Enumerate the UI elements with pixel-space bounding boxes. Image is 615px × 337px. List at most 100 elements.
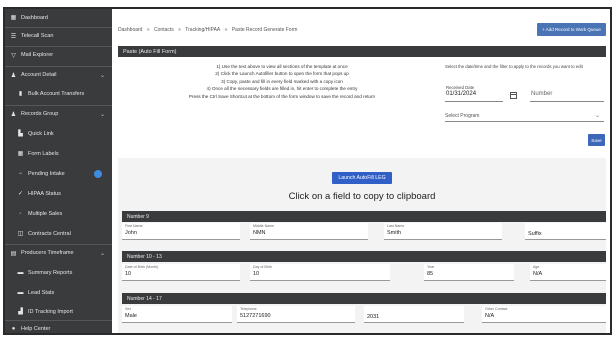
sidebar-item-label: Dashboard	[21, 14, 48, 21]
field-value: Suffix	[528, 231, 542, 237]
filter-instructions: Select the date/time and the filter to a…	[445, 64, 583, 69]
group-title: Number 9	[127, 213, 149, 220]
group-header: Number 9	[122, 211, 606, 222]
stats-icon: ▬	[17, 289, 24, 296]
breadcrumb-separator: »	[146, 27, 150, 33]
sidebar-item-dashboard[interactable]: ▦ Dashboard	[5, 9, 112, 26]
sidebar-item-label: Telecall Scan	[21, 33, 54, 39]
sex-field[interactable]: Sex Male	[122, 306, 232, 323]
sidebar-item-label: Help Center	[21, 326, 51, 332]
sidebar-item-bulk-transfers[interactable]: ▮ Bulk Account Transfers	[5, 85, 112, 102]
field-value: 10	[253, 271, 260, 277]
sidebar-item-label: Pending Intake	[28, 170, 65, 177]
age-field[interactable]: Age N/A	[530, 264, 606, 281]
check-icon: ✓	[17, 191, 24, 197]
sidebar-item-help-center[interactable]: ● Help Center	[5, 320, 112, 333]
sidebar-item-lead-stats[interactable]: ▬ Lead Stats	[5, 284, 112, 301]
field-label: Age	[533, 265, 540, 269]
birth-day-field[interactable]: Day of Birth 10	[250, 264, 390, 281]
report-icon: ▬	[17, 269, 24, 276]
sidebar-item-label: Multiple Sales	[28, 210, 63, 217]
sidebar-item-label: ID Tracking Import	[28, 308, 73, 315]
received-date-field[interactable]: Received Date 01/31/2024	[445, 85, 503, 102]
sidebar-item-pending-intake[interactable]: − Pending Intake	[5, 165, 112, 182]
field-label: Telephone	[240, 307, 257, 311]
instructions: 1) Use the text above to view all sectio…	[137, 63, 427, 100]
field-value: Male	[125, 313, 137, 319]
select-value: Select Program	[445, 112, 480, 119]
middle-name-field[interactable]: Middle Name NMN	[250, 223, 368, 240]
sidebar-item-producers-timeframe[interactable]: ▤ Producers Timeframe ⌄	[5, 244, 112, 261]
sidebar-item-records-group[interactable]: ♟ Records Group ⌄	[5, 105, 112, 122]
suffix-field[interactable]: Suffix	[525, 223, 606, 240]
extension-field[interactable]: 2031	[364, 306, 464, 323]
field-label: Last Name	[387, 224, 405, 228]
sidebar-item-label: Quick Link	[28, 130, 54, 137]
instruction-line: 1) Use the text above to view all sectio…	[216, 64, 348, 69]
chevron-down-icon[interactable]: ⌄	[100, 72, 105, 79]
breadcrumb-separator: »	[224, 27, 228, 33]
group-header: Number 14 - 17	[122, 293, 606, 304]
transfer-icon: ▮	[18, 91, 23, 97]
add-to-queue-button[interactable]: + Add Record to Work Queue	[537, 23, 606, 36]
field-value: NMN	[253, 230, 266, 236]
filter-icon: ▽	[11, 52, 16, 59]
group-icon: ♟	[10, 111, 17, 118]
contract-icon: ◫	[17, 231, 24, 237]
calendar-icon[interactable]	[510, 92, 517, 99]
date-value: 01/31/2024	[446, 91, 477, 97]
sidebar-item-id-tracking-import[interactable]: ▟ ID Tracking Import	[5, 303, 112, 320]
list-icon: ☰	[10, 33, 17, 40]
first-name-field[interactable]: First Name John	[122, 223, 240, 240]
form-icon: ▦	[17, 151, 24, 157]
sidebar-item-label: Records Group	[21, 111, 59, 117]
chevron-down-icon[interactable]: ⌄	[100, 111, 105, 118]
group-title: Number 10 - 13	[127, 253, 162, 260]
sidebar-item-contracts-central[interactable]: ◫ Contracts Central	[5, 225, 112, 242]
chevron-down-icon[interactable]: ⌄	[100, 250, 105, 257]
sidebar-item-mail-explorer[interactable]: ▽ Mail Explorer	[5, 46, 112, 63]
field-value: N/A	[485, 313, 495, 319]
accounts-icon: ♟	[10, 72, 17, 79]
field-value: 5127271690	[240, 313, 271, 319]
sidebar-item-label: Account Detail	[21, 72, 57, 78]
link-icon: ▙	[18, 131, 23, 137]
sidebar: ▦ Dashboard ☰ Telecall Scan ▽ Mail Explo…	[5, 9, 112, 333]
breadcrumb-separator: »	[178, 27, 181, 33]
birth-year-field[interactable]: Year 85	[424, 264, 514, 281]
instruction-line: Press the Ctrl Save Shortcut at the bott…	[188, 93, 376, 99]
dashboard-icon: ▦	[10, 15, 17, 21]
launch-autofill-button[interactable]: Launch AutoFill LEG	[332, 172, 392, 184]
program-select[interactable]: Select Program ⌄	[445, 110, 604, 122]
birth-month-field[interactable]: Date of Birth (Month) 10	[122, 264, 240, 281]
field-label: First Name	[125, 224, 143, 228]
last-name-field[interactable]: Last Name Smith	[384, 223, 502, 240]
number-input[interactable]: Number	[530, 85, 604, 102]
telephone-field[interactable]: Telephone 5127271690	[237, 306, 355, 323]
field-value: John	[125, 230, 137, 236]
import-icon: ▟	[18, 309, 23, 315]
breadcrumb-link[interactable]: Contacts	[154, 27, 174, 33]
save-button[interactable]: Save	[588, 134, 605, 146]
sidebar-item-multiple-sales[interactable]: ◦ Multiple Sales	[5, 205, 112, 222]
date-label: Received Date	[446, 85, 475, 90]
sidebar-item-telecall-scan[interactable]: ☰ Telecall Scan	[5, 27, 112, 44]
other-contact-field[interactable]: Other Contact N/A	[482, 306, 606, 323]
multiple-icon: ◦	[19, 210, 22, 217]
field-label: Day of Birth	[253, 265, 272, 269]
sidebar-item-label: Contracts Central	[28, 230, 71, 237]
sidebar-item-quick-link[interactable]: ▙ Quick Link	[5, 125, 112, 142]
group-title: Number 14 - 17	[127, 295, 162, 302]
sidebar-item-label: Lead Stats	[28, 289, 55, 296]
breadcrumb-link[interactable]: Tracking/HIPAA	[185, 27, 220, 33]
sidebar-item-label: Summary Reports	[28, 269, 73, 276]
app-window: ▦ Dashboard ☰ Telecall Scan ▽ Mail Explo…	[3, 7, 612, 335]
breadcrumb-link[interactable]: Dashboard	[118, 27, 142, 33]
field-value: 2031	[367, 314, 380, 320]
instruction-line: 3) Copy, paste and fill in every field m…	[221, 78, 343, 84]
sidebar-item-form-labels[interactable]: ▦ Form Labels	[5, 145, 112, 162]
sidebar-item-account-detail[interactable]: ♟ Account Detail ⌄	[5, 66, 112, 83]
sidebar-item-hipaa-status[interactable]: ✓ HIPAA Status	[5, 185, 112, 202]
copy-instruction: Click on a field to copy to clipboard	[288, 191, 436, 202]
sidebar-item-summary-reports[interactable]: ▬ Summary Reports	[5, 264, 112, 281]
